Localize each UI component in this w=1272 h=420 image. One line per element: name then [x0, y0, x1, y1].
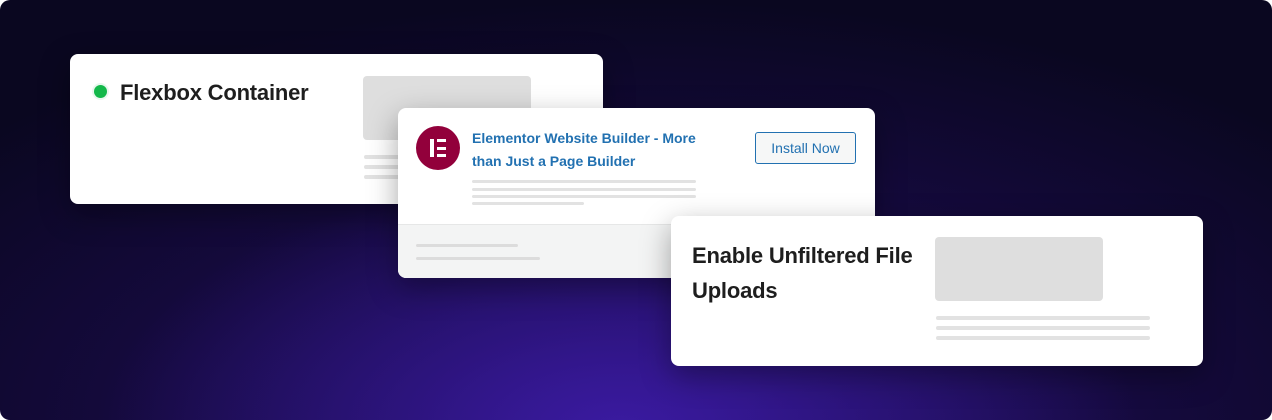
text-placeholder-line — [472, 188, 696, 191]
elementor-logo-icon — [416, 126, 460, 170]
feature-card-uploads: Enable Unfiltered File Uploads — [671, 216, 1203, 366]
text-placeholder-line — [472, 180, 696, 183]
status-dot-icon — [94, 85, 107, 98]
plugin-title-link[interactable]: Elementor Website Builder - More than Ju… — [472, 127, 712, 173]
feature-title: Enable Unfiltered File Uploads — [692, 243, 913, 303]
install-now-button[interactable]: Install Now — [755, 132, 856, 164]
hero-banner: Flexbox Container Elementor Website Buil… — [0, 0, 1272, 420]
feature-title: Flexbox Container — [120, 80, 309, 105]
text-placeholder-line — [416, 257, 540, 260]
text-placeholder-line — [416, 244, 518, 247]
text-placeholder-line — [472, 195, 696, 198]
text-placeholder-line — [936, 336, 1150, 340]
text-placeholder-line — [936, 316, 1150, 320]
text-placeholder-line — [936, 326, 1150, 330]
text-placeholder-line — [472, 202, 584, 205]
image-placeholder — [935, 237, 1103, 301]
